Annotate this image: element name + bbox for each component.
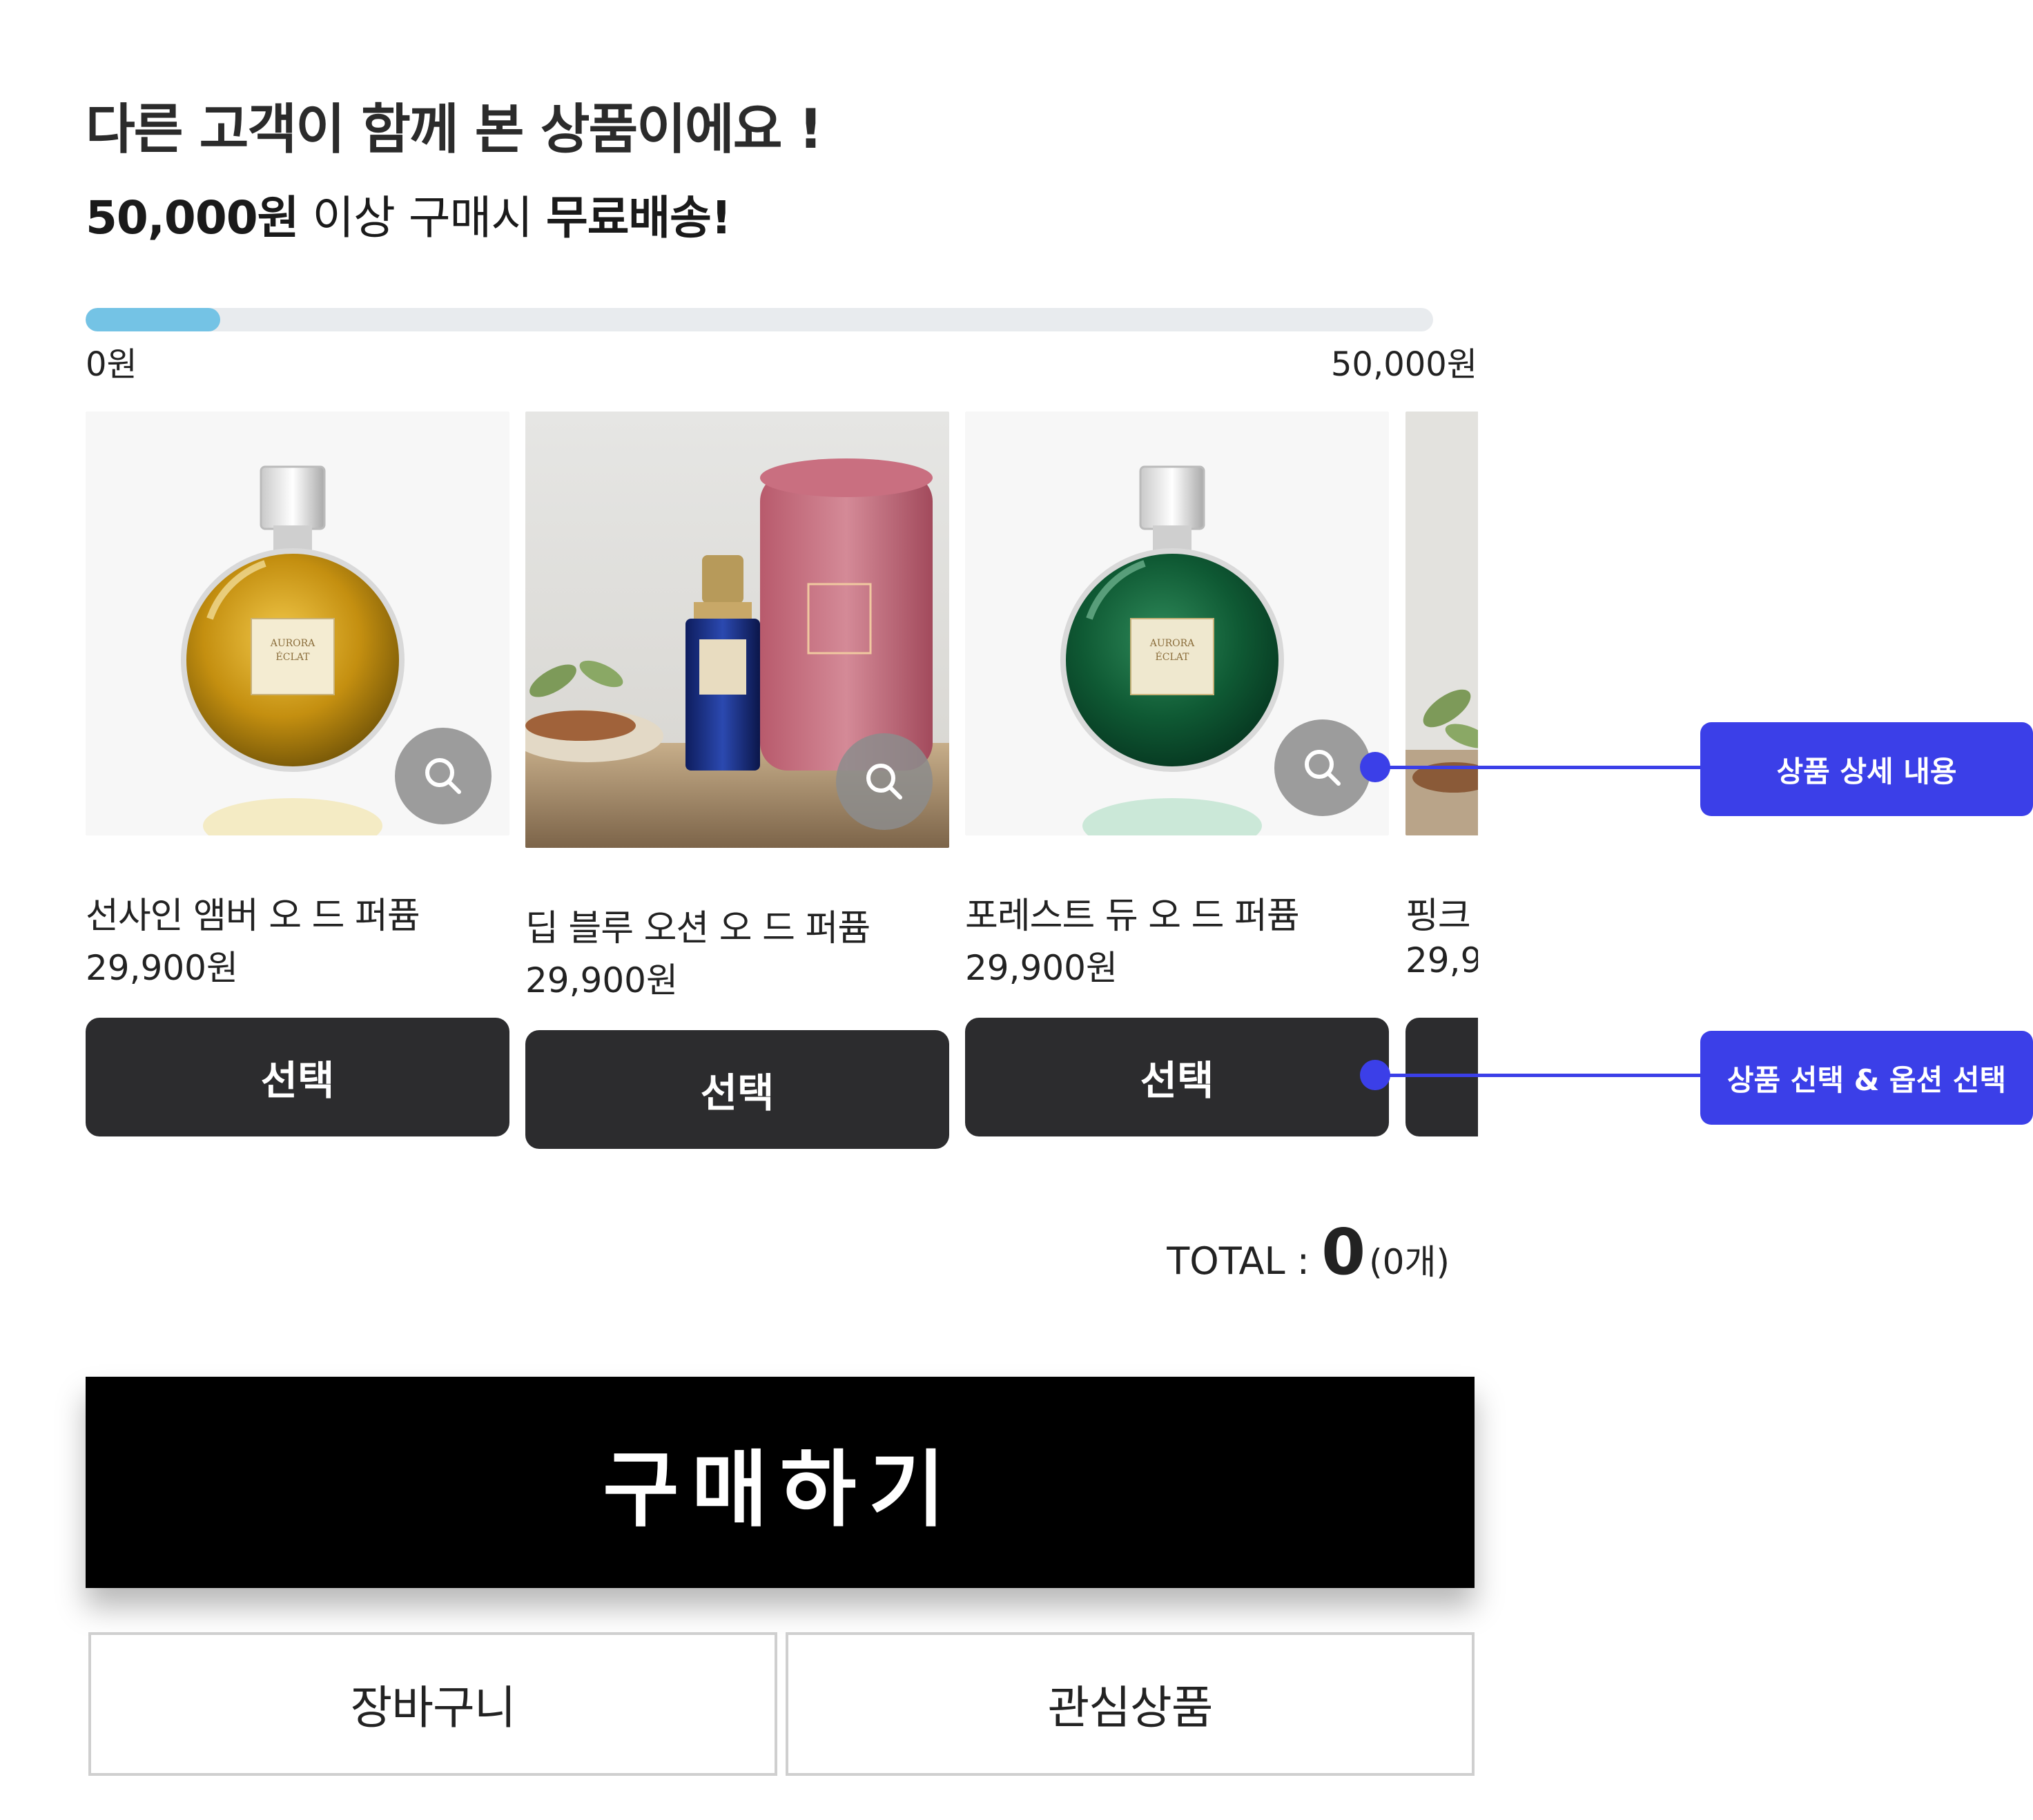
product-image[interactable]: AURORA ÉCLAT bbox=[965, 412, 1389, 835]
section-title: 다른 고객이 함께 본 상품이에요 ! bbox=[86, 99, 823, 161]
free-shipping-middle: 이상 구매시 bbox=[298, 191, 546, 244]
bottle-label-line1: AURORA bbox=[270, 638, 315, 649]
bottle-label-line1: AURORA bbox=[1149, 638, 1195, 649]
total-count: (0개) bbox=[1369, 1242, 1450, 1282]
zoom-button[interactable] bbox=[395, 728, 492, 824]
select-button[interactable]: 선택 bbox=[86, 1018, 509, 1136]
total-label: TOTAL : bbox=[1167, 1239, 1322, 1283]
cart-button[interactable]: 장바구니 bbox=[88, 1632, 777, 1776]
product-card: 딥 블루 오션 오 드 퍼퓸 29,900원 선택 bbox=[525, 412, 949, 1149]
annotation-dot bbox=[1360, 752, 1390, 782]
search-icon bbox=[425, 758, 461, 794]
wishlist-button[interactable]: 관심상품 bbox=[786, 1632, 1475, 1776]
bottle-label-line2: ÉCLAT bbox=[1156, 650, 1190, 663]
progress-max-label: 50,000원 bbox=[1330, 345, 1477, 384]
search-icon bbox=[866, 764, 902, 800]
annotation-dot bbox=[1360, 1060, 1390, 1090]
product-price: 29,900원 bbox=[525, 960, 678, 1000]
free-shipping-emphasis: 무료배송! bbox=[545, 191, 732, 244]
annotation-connector bbox=[1374, 766, 1702, 769]
annotation-label-detail: 상품 상세 내용 bbox=[1700, 722, 2033, 816]
free-shipping-progress-bar bbox=[86, 308, 1433, 331]
product-card: AURORA ÉCLAT 포레스트 듀 오 드 퍼퓸 29,900원 선택 bbox=[965, 412, 1389, 1136]
product-name[interactable]: 포레스트 듀 오 드 퍼퓸 bbox=[965, 887, 1300, 938]
annotation-label-select: 상품 선택 & 옵션 선택 bbox=[1700, 1031, 2033, 1125]
progress-min-label: 0원 bbox=[86, 345, 137, 384]
free-shipping-notice: 50,000원 이상 구매시 무료배송! bbox=[86, 181, 732, 247]
product-card: AURORA ÉCLAT 선사인 앰버 오 드 퍼퓸 29,900원 선택 bbox=[86, 412, 509, 1136]
select-button[interactable]: 선택 bbox=[525, 1030, 949, 1149]
product-image[interactable] bbox=[1405, 412, 1478, 835]
free-shipping-threshold: 50,000원 bbox=[86, 191, 299, 244]
zoom-button[interactable] bbox=[836, 733, 933, 830]
search-icon bbox=[1305, 750, 1341, 786]
zoom-button[interactable] bbox=[1274, 719, 1371, 816]
product-carousel[interactable]: AURORA ÉCLAT 선사인 앰버 오 드 퍼퓸 29,900원 선택 딥 … bbox=[86, 412, 1478, 1157]
product-image[interactable] bbox=[525, 412, 949, 848]
product-price: 29,9 bbox=[1405, 940, 1478, 980]
product-name[interactable]: 핑크 bbox=[1405, 887, 1471, 938]
partial-product-image bbox=[1405, 412, 1478, 835]
buy-button[interactable]: 구매하기 bbox=[86, 1377, 1475, 1588]
progress-fill bbox=[86, 308, 221, 331]
product-image[interactable]: AURORA ÉCLAT bbox=[86, 412, 509, 835]
select-button[interactable] bbox=[1405, 1018, 1478, 1136]
product-name[interactable]: 딥 블루 오션 오 드 퍼퓸 bbox=[525, 899, 870, 951]
annotation-connector bbox=[1374, 1074, 1702, 1077]
order-total: TOTAL : 0 (0개) bbox=[1063, 1215, 1450, 1289]
product-card: 핑크 29,9 bbox=[1405, 412, 1478, 1136]
product-price: 29,900원 bbox=[86, 948, 238, 988]
product-name[interactable]: 선사인 앰버 오 드 퍼퓸 bbox=[86, 887, 420, 938]
total-amount: 0 bbox=[1321, 1215, 1366, 1289]
bottle-label-line2: ÉCLAT bbox=[276, 650, 311, 663]
select-button[interactable]: 선택 bbox=[965, 1018, 1389, 1136]
product-price: 29,900원 bbox=[965, 948, 1118, 988]
